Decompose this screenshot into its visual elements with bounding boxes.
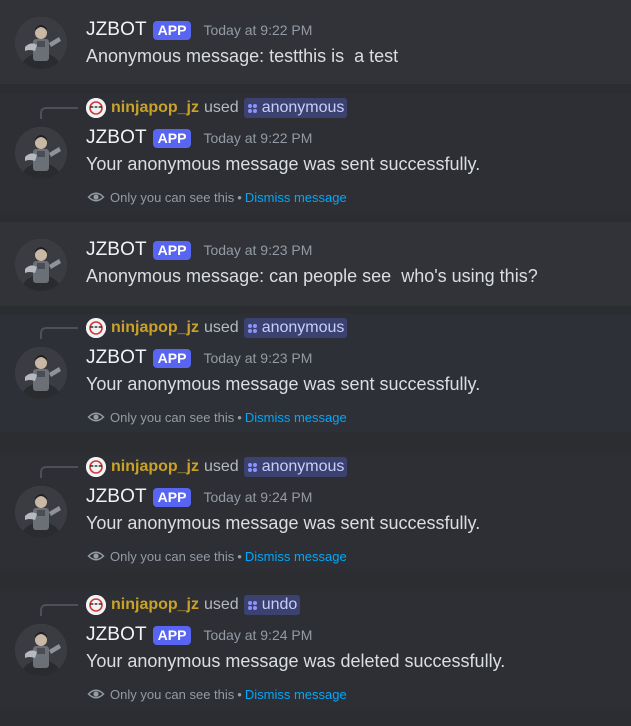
message-content: Anonymous message: can people see who's … [86,266,538,286]
command-mention[interactable]: anonymous [243,457,348,477]
eye-icon [87,547,105,565]
reply-connector [40,327,78,339]
message-2: JZBOT APP Today at 9:23 PM Anonymous mes… [0,222,631,306]
command-user[interactable]: ninjapop_jz [111,319,199,337]
command-mention[interactable]: undo [243,595,301,615]
message-1: ninjapop_jz used anonymous JZBOT APP Tod… [0,94,631,212]
message-0: JZBOT APP Today at 9:22 PM Anonymous mes… [0,0,631,84]
reply-connector [40,604,78,616]
slash-command-icon [247,462,258,473]
bot-avatar[interactable] [15,624,67,676]
app-badge: APP [152,625,192,645]
message-header: JZBOT APP Today at 9:22 PM [86,19,312,41]
message-3: ninjapop_jz used anonymous JZBOT APP Tod… [0,314,631,432]
message-4: ninjapop_jz used anonymous JZBOT APP Tod… [0,453,631,571]
separator: • [237,409,242,425]
slash-command-icon [247,103,258,114]
slash-command-icon [247,600,258,611]
bot-username[interactable]: JZBOT [86,486,147,508]
message-header: JZBOT APP Today at 9:23 PM [86,347,312,369]
dismiss-message-link[interactable]: Dismiss message [245,190,347,205]
bot-avatar[interactable] [15,239,67,291]
user-mini-avatar[interactable] [86,457,106,477]
only-you-text: Only you can see this [110,409,235,425]
separator: • [237,548,242,564]
command-user[interactable]: ninjapop_jz [111,99,199,117]
command-reply[interactable]: ninjapop_jz used undo [86,594,301,616]
bot-username[interactable]: JZBOT [86,347,147,369]
command-user[interactable]: ninjapop_jz [111,596,199,614]
separator: • [237,686,242,702]
ephemeral-note: Only you can see this • Dismiss message [87,547,347,565]
bot-username[interactable]: JZBOT [86,239,147,261]
only-you-text: Only you can see this [110,189,235,205]
ephemeral-note: Only you can see this • Dismiss message [87,188,347,206]
used-text: used [204,458,239,475]
eye-icon [87,408,105,426]
user-mini-avatar[interactable] [86,595,106,615]
used-text: used [204,99,239,116]
timestamp[interactable]: Today at 9:23 PM [203,242,312,258]
dismiss-message-link[interactable]: Dismiss message [245,687,347,702]
bot-username[interactable]: JZBOT [86,19,147,41]
dismiss-message-link[interactable]: Dismiss message [245,410,347,425]
message-5: ninjapop_jz used undo JZBOT APP Today at… [0,591,631,709]
app-badge: APP [152,487,192,507]
message-content: Your anonymous message was sent successf… [86,154,481,174]
bot-avatar[interactable] [15,127,67,179]
message-content: Anonymous message: testthis is a test [86,46,399,66]
timestamp[interactable]: Today at 9:23 PM [203,350,312,366]
command-reply[interactable]: ninjapop_jz used anonymous [86,317,348,339]
eye-icon [87,188,105,206]
user-mini-avatar[interactable] [86,318,106,338]
message-header: JZBOT APP Today at 9:23 PM [86,239,312,261]
reply-connector [40,466,78,478]
bot-avatar[interactable] [15,486,67,538]
separator: • [237,189,242,205]
message-header: JZBOT APP Today at 9:24 PM [86,624,312,646]
reply-connector [40,107,78,119]
message-content: Your anonymous message was sent successf… [86,374,481,394]
used-text: used [204,319,239,336]
timestamp[interactable]: Today at 9:24 PM [203,627,312,643]
user-mini-avatar[interactable] [86,98,106,118]
command-name: anonymous [261,319,345,336]
slash-command-icon [247,323,258,334]
bot-avatar[interactable] [15,17,67,69]
bot-avatar[interactable] [15,347,67,399]
used-text: used [204,596,239,613]
app-badge: APP [152,240,192,260]
only-you-text: Only you can see this [110,686,235,702]
only-you-text: Only you can see this [110,548,235,564]
eye-icon [87,685,105,703]
command-mention[interactable]: anonymous [243,98,348,118]
message-content: Your anonymous message was sent successf… [86,513,481,533]
bot-username[interactable]: JZBOT [86,624,147,646]
ephemeral-note: Only you can see this • Dismiss message [87,685,347,703]
message-header: JZBOT APP Today at 9:24 PM [86,486,312,508]
command-name: anonymous [261,99,345,116]
command-user[interactable]: ninjapop_jz [111,458,199,476]
message-content: Your anonymous message was deleted succe… [86,651,506,671]
app-badge: APP [152,20,192,40]
command-name: undo [261,596,298,613]
timestamp[interactable]: Today at 9:22 PM [203,130,312,146]
ephemeral-note: Only you can see this • Dismiss message [87,408,347,426]
message-header: JZBOT APP Today at 9:22 PM [86,127,312,149]
command-reply[interactable]: ninjapop_jz used anonymous [86,97,348,119]
dismiss-message-link[interactable]: Dismiss message [245,549,347,564]
command-mention[interactable]: anonymous [243,318,348,338]
timestamp[interactable]: Today at 9:22 PM [203,22,312,38]
command-name: anonymous [261,458,345,475]
timestamp[interactable]: Today at 9:24 PM [203,489,312,505]
app-badge: APP [152,348,192,368]
app-badge: APP [152,128,192,148]
bot-username[interactable]: JZBOT [86,127,147,149]
command-reply[interactable]: ninjapop_jz used anonymous [86,456,348,478]
